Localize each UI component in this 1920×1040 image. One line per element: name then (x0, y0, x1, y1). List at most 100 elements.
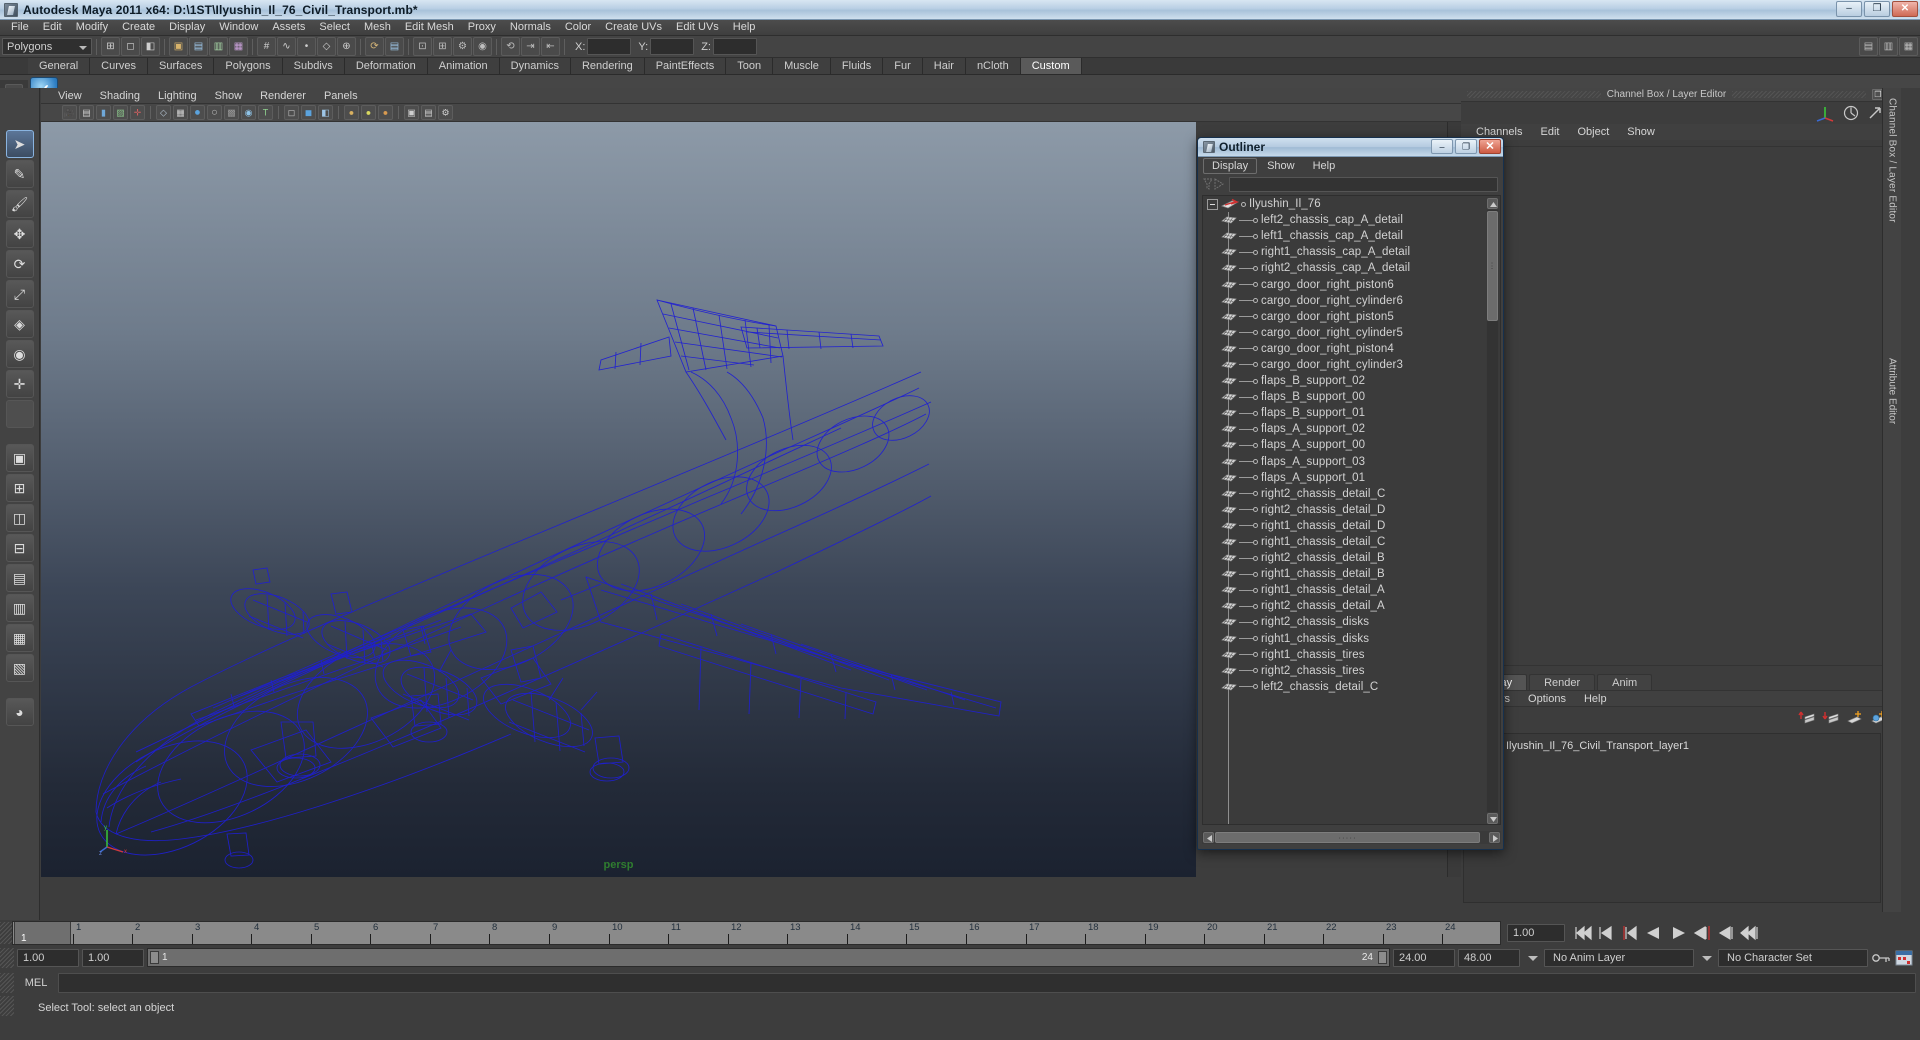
menu-item-normals[interactable]: Normals (503, 20, 558, 35)
layout-outliner-persp-button[interactable]: ◫ (5, 504, 34, 532)
shelf-tab-surfaces[interactable]: Surfaces (147, 58, 215, 74)
y-coordinate-field[interactable] (650, 38, 695, 55)
menu-item-mesh[interactable]: Mesh (357, 20, 398, 35)
paint-select-tool-button[interactable]: 🖌 (5, 190, 34, 218)
outliner-tree-container[interactable]: Ilyushin_Il_76 left2_chassis_cap_A_detail… (1202, 195, 1501, 825)
snap-plane-icon[interactable]: ◇ (317, 37, 336, 56)
select-camera-icon[interactable]: 🎥 (62, 105, 77, 120)
layer-tab-anim[interactable]: Anim (1597, 674, 1653, 690)
move-layer-up-icon[interactable] (1798, 710, 1815, 726)
outliner-maximize-button[interactable]: ❐ (1455, 139, 1477, 154)
play-forwards-button[interactable] (1667, 923, 1689, 943)
outliner-item-row[interactable]: flaps_A_support_00 (1203, 437, 1487, 453)
texture-display-icon[interactable]: T (258, 105, 273, 120)
hypershade-icon[interactable]: ◉ (473, 37, 492, 56)
command-line-grip[interactable] (0, 973, 14, 993)
viewport-menu-panels[interactable]: Panels (315, 90, 367, 102)
output-connections-icon[interactable]: ⇤ (541, 37, 560, 56)
outliner-item-row[interactable]: right1_chassis_tires (1203, 647, 1487, 663)
select-tool-button[interactable]: ➤ (5, 130, 34, 158)
outliner-item-row[interactable]: flaps_B_support_01 (1203, 405, 1487, 421)
help-line-grip[interactable] (0, 996, 14, 1016)
mel-command-input[interactable] (58, 973, 1916, 993)
channelbox-menu-show[interactable]: Show (1618, 126, 1664, 138)
mask-vertex-icon[interactable]: ▣ (169, 37, 188, 56)
camera-attributes-icon[interactable]: ▤ (79, 105, 94, 120)
image-plane-icon[interactable]: ▨ (113, 105, 128, 120)
outliner-item-row[interactable]: cargo_door_right_piston6 (1203, 276, 1487, 292)
show-channel-box-icon[interactable]: ▤ (1859, 37, 1878, 56)
menu-item-edit[interactable]: Edit (36, 20, 69, 35)
outliner-item-row[interactable]: right1_chassis_disks (1203, 631, 1487, 647)
minimize-button[interactable]: – (1836, 1, 1862, 17)
outliner-item-row[interactable]: left2_chassis_detail_C (1203, 679, 1487, 695)
menu-item-display[interactable]: Display (162, 20, 212, 35)
viewport-settings-icon[interactable]: ⚙ (438, 105, 453, 120)
current-frame-field[interactable]: 1.00 (1507, 924, 1565, 942)
outliner-item-row[interactable]: right2_chassis_detail_B (1203, 550, 1487, 566)
rail-label-attribute-editor[interactable]: Attribute Editor (1887, 358, 1898, 424)
outliner-item-row[interactable]: flaps_A_support_03 (1203, 454, 1487, 470)
use-default-lighting-icon[interactable]: ○ (207, 105, 222, 120)
rotate-tool-button[interactable]: ⟳ (5, 250, 34, 278)
outliner-item-row[interactable]: flaps_B_support_02 (1203, 373, 1487, 389)
mask-edge-icon[interactable]: ▤ (189, 37, 208, 56)
outliner-item-row[interactable]: cargo_door_right_cylinder5 (1203, 325, 1487, 341)
outliner-tree[interactable]: Ilyushin_Il_76 left2_chassis_cap_A_detail… (1203, 196, 1487, 824)
shelf-tab-painteffects[interactable]: PaintEffects (644, 58, 727, 74)
lasso-tool-button[interactable]: ✎ (5, 160, 34, 188)
mask-face-icon[interactable]: ▥ (209, 37, 228, 56)
maximize-button[interactable]: ❐ (1864, 1, 1890, 17)
speedometer-icon[interactable] (1843, 105, 1859, 121)
exposure-icon[interactable]: ● (361, 105, 376, 120)
outliner-item-row[interactable]: right1_chassis_detail_D (1203, 518, 1487, 534)
x-coordinate-field[interactable] (587, 38, 632, 55)
playblast-icon[interactable]: ▤ (421, 105, 436, 120)
show-tool-settings-icon[interactable]: ▦ (1899, 37, 1918, 56)
go-to-end-button[interactable] (1739, 923, 1761, 943)
filter-icon[interactable] (1203, 177, 1225, 191)
shade-wireframe-icon[interactable]: ◇ (156, 105, 171, 120)
outliner-item-row[interactable]: cargo_door_right_piston5 (1203, 309, 1487, 325)
shelf-tab-fluids[interactable]: Fluids (830, 58, 884, 74)
expand-collapse-icon[interactable] (1207, 198, 1218, 210)
outliner-menu-help[interactable]: Help (1305, 159, 1344, 173)
menu-item-edit-mesh[interactable]: Edit Mesh (398, 20, 461, 35)
scroll-left-arrow-icon[interactable] (1203, 832, 1214, 843)
viewport-menu-renderer[interactable]: Renderer (251, 90, 315, 102)
shelf-tab-fur[interactable]: Fur (883, 58, 923, 74)
menu-item-window[interactable]: Window (212, 20, 265, 35)
selection-mode-dropdown[interactable]: Polygons (2, 38, 92, 55)
layer-menu-options[interactable]: Options (1519, 693, 1575, 705)
outliner-item-row[interactable]: left2_chassis_cap_A_detail (1203, 212, 1487, 228)
scale-tool-button[interactable]: ⤢ (5, 280, 34, 308)
layer-tab-render[interactable]: Render (1529, 674, 1596, 690)
shelf-tab-dynamics[interactable]: Dynamics (499, 58, 571, 74)
shade-textured-icon[interactable]: ● (190, 105, 205, 120)
playback-end-field[interactable]: 24.00 (1393, 948, 1455, 967)
menu-item-assets[interactable]: Assets (265, 20, 312, 35)
current-tool-slot[interactable] (5, 400, 34, 428)
viewport-menu-view[interactable]: View (49, 90, 91, 102)
outliner-horizontal-scrollbar[interactable]: ····· (1202, 831, 1501, 844)
render-current-frame-icon[interactable]: ▤ (385, 37, 404, 56)
display-layer-list[interactable]: Ilyushin_Il_76_Civil_Transport_layer1 (1463, 733, 1881, 903)
animation-preferences-icon[interactable] (1894, 949, 1914, 967)
outliner-item-row[interactable]: right2_chassis_detail_C (1203, 486, 1487, 502)
layout-four-view-button[interactable]: ⊞ (5, 474, 34, 502)
menu-item-select[interactable]: Select (312, 20, 357, 35)
outliner-item-row[interactable]: cargo_door_right_cylinder3 (1203, 357, 1487, 373)
input-connections-icon[interactable]: ⇥ (521, 37, 540, 56)
menu-item-modify[interactable]: Modify (69, 20, 115, 35)
playback-start-field[interactable]: 1.00 (82, 948, 144, 967)
outliner-item-row[interactable]: cargo_door_right_piston4 (1203, 341, 1487, 357)
outliner-item-row[interactable]: right2_chassis_detail_D (1203, 502, 1487, 518)
select-component-icon[interactable]: ◧ (141, 37, 160, 56)
select-hierarchy-icon[interactable]: ⊞ (101, 37, 120, 56)
animation-end-field[interactable]: 48.00 (1458, 948, 1520, 967)
outliner-item-row[interactable]: flaps_A_support_01 (1203, 470, 1487, 486)
scroll-right-arrow-icon[interactable] (1489, 832, 1500, 843)
display-layer-row[interactable]: Ilyushin_Il_76_Civil_Transport_layer1 (1468, 738, 1876, 754)
shelf-tab-deformation[interactable]: Deformation (344, 58, 428, 74)
move-tool-button[interactable]: ✥ (5, 220, 34, 248)
